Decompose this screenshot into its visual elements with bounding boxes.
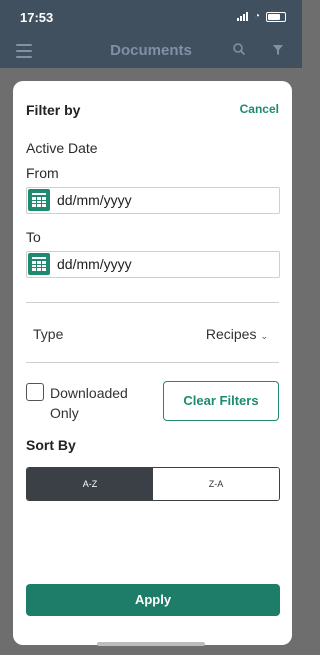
sort-title: Sort By xyxy=(26,437,76,453)
calendar-icon[interactable] xyxy=(28,189,50,211)
wifi-icon: ◔ xyxy=(253,11,260,22)
divider xyxy=(26,362,279,363)
cancel-button[interactable]: Cancel xyxy=(240,102,279,116)
type-label: Type xyxy=(33,326,64,342)
sort-z-a[interactable]: Z-A xyxy=(153,468,279,500)
apply-button[interactable]: Apply xyxy=(26,584,280,616)
sort-segmented-control: A-Z Z-A xyxy=(26,467,280,501)
calendar-icon[interactable] xyxy=(28,253,50,275)
status-icons: ◔ xyxy=(236,11,286,22)
from-date-field[interactable]: dd/mm/yyyy xyxy=(26,187,280,214)
signal-icon xyxy=(236,12,248,21)
filter-sheet: Filter by Cancel Active Date From dd/mm/… xyxy=(13,81,292,645)
type-value: Recipes xyxy=(205,326,257,342)
active-date-label: Active Date xyxy=(26,140,98,156)
page-title: Documents xyxy=(110,42,192,59)
downloaded-label: Downloaded Only xyxy=(50,385,128,421)
status-bar: 17:53 ◔ xyxy=(0,0,302,34)
sort-a-z[interactable]: A-Z xyxy=(27,468,153,500)
to-label: To xyxy=(26,229,41,245)
downloaded-checkbox[interactable] xyxy=(26,383,44,401)
from-date-value: dd/mm/yyyy xyxy=(57,192,132,208)
divider xyxy=(26,302,279,303)
search-icon[interactable] xyxy=(233,43,245,55)
status-time: 17:53 xyxy=(20,10,54,25)
app-bar: Documents xyxy=(0,34,302,68)
home-indicator xyxy=(97,642,205,646)
clear-filters-button[interactable]: Clear Filters xyxy=(163,381,279,421)
type-select[interactable]: Recipes ⌄ xyxy=(206,326,268,342)
from-label: From xyxy=(26,165,59,181)
filter-icon[interactable] xyxy=(272,44,284,56)
chevron-down-icon: ⌄ xyxy=(260,331,268,341)
to-date-field[interactable]: dd/mm/yyyy xyxy=(26,251,280,278)
to-date-value: dd/mm/yyyy xyxy=(57,256,132,272)
battery-icon xyxy=(266,11,286,22)
filter-title: Filter by xyxy=(26,102,81,118)
